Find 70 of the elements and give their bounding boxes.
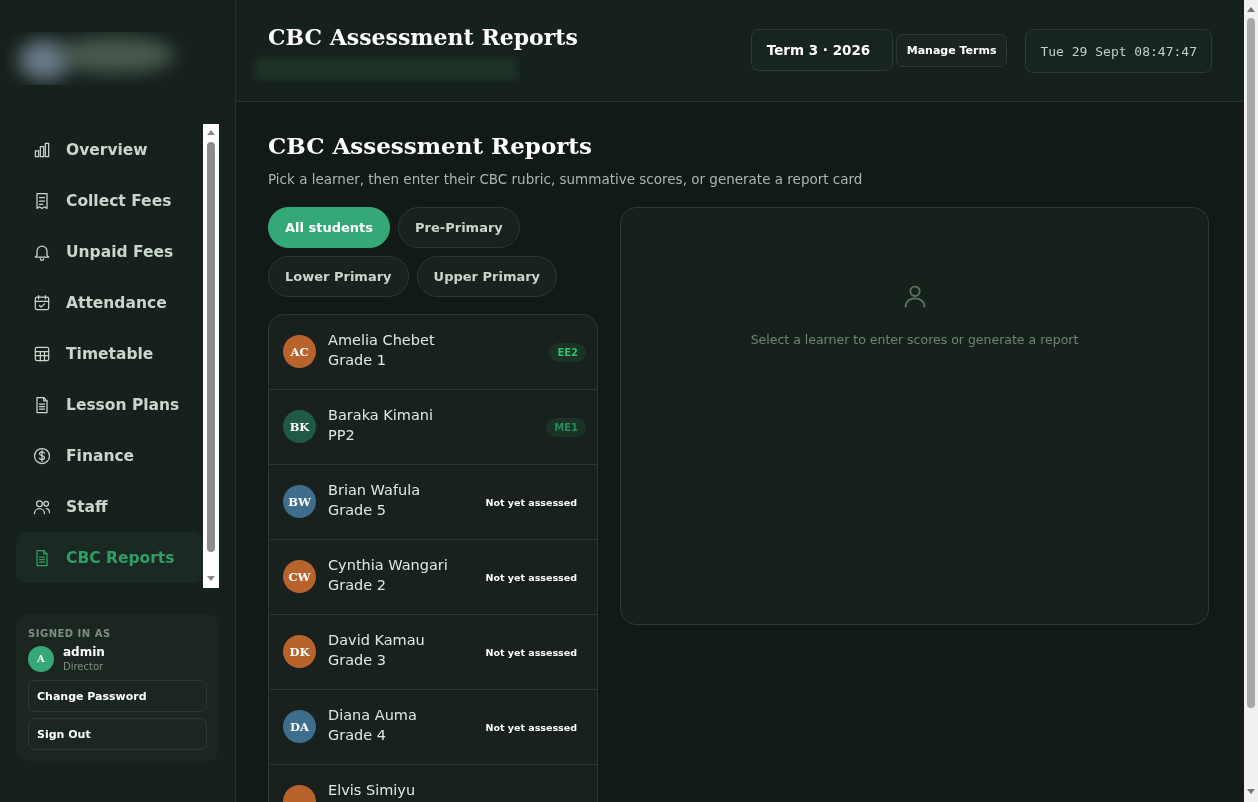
level-badge: ME1	[546, 417, 586, 437]
nav-item[interactable]: Lesson Plans	[16, 379, 203, 430]
learner-name: Elvis Simiyu	[328, 782, 417, 798]
avatar: CW	[283, 560, 316, 593]
nav-item[interactable]: Attendance	[16, 277, 203, 328]
avatar: A	[28, 645, 54, 672]
learner-grade: Grade 4	[328, 727, 388, 743]
user-role: Director	[63, 661, 105, 672]
learner-row[interactable]: DK David Kamau Grade 3 Not yet assessed	[269, 615, 597, 690]
nav-label: Overview	[66, 140, 148, 159]
dollar-icon	[32, 445, 52, 466]
learner-grade: Grade 5	[328, 502, 388, 518]
learner-row[interactable]: CW Cynthia Wangari Grade 2 Not yet assessed	[269, 540, 597, 615]
learner-row[interactable]: Elvis Simiyu	[269, 765, 597, 802]
status-text: Not yet assessed	[485, 646, 577, 658]
header-title: CBC Assessment Reports	[268, 24, 578, 50]
nav-label: Staff	[66, 497, 108, 516]
filter-chip[interactable]: Lower Primary	[268, 256, 409, 297]
manage-terms-button[interactable]: Manage Terms	[895, 34, 1008, 67]
page-subtitle: Pick a learner, then enter their CBC rubric, summative scores, or generate a report card	[268, 171, 864, 187]
nav-item[interactable]: Finance	[16, 430, 203, 481]
account-button[interactable]: Sign Out	[28, 718, 207, 750]
learner-row[interactable]: AC Amelia Chebet Grade 1 EE2	[269, 315, 597, 390]
nav-label: Attendance	[66, 293, 167, 312]
calendar-icon	[32, 292, 52, 313]
nav-label: Finance	[66, 446, 135, 465]
user-name: admin	[63, 645, 105, 659]
empty-message: Select a learner to enter scores or generate a report	[750, 332, 1079, 347]
learner-name: Baraka Kimani	[328, 407, 435, 423]
learner-name: Cynthia Wangari	[328, 557, 449, 573]
scrollbar[interactable]	[203, 124, 219, 588]
filter-chip[interactable]: Pre-Primary	[398, 207, 520, 248]
nav-label: CBC Reports	[66, 548, 175, 567]
status-text: Not yet assessed	[485, 496, 577, 508]
filter-chip[interactable]: Upper Primary	[416, 256, 558, 297]
avatar: BW	[283, 485, 316, 518]
account-button[interactable]: Change Password	[28, 680, 207, 712]
status-text: Not yet assessed	[485, 721, 577, 733]
status-text: Not yet assessed	[485, 571, 577, 583]
nav-label: Unpaid Fees	[66, 242, 174, 261]
avatar: DK	[283, 635, 316, 668]
nav-item[interactable]: Timetable	[16, 328, 203, 379]
learner-grade: Grade 1	[328, 352, 388, 368]
nav-label: Timetable	[66, 344, 154, 363]
nav-label: Lesson Plans	[66, 395, 180, 414]
scrollbar[interactable]	[1244, 0, 1258, 802]
nav-item[interactable]: Overview	[16, 124, 203, 175]
learner-name: David Kamau	[328, 632, 426, 648]
learner-name: Amelia Chebet	[328, 332, 436, 348]
clock: Tue 29 Sept 08:47:47	[1025, 29, 1212, 73]
learner-name: Diana Auma	[328, 707, 418, 723]
signed-in-label: SIGNED IN AS	[28, 628, 112, 639]
nav-item[interactable]: Collect Fees	[16, 175, 203, 226]
learner-row[interactable]: BW Brian Wafula Grade 5 Not yet assessed	[269, 465, 597, 540]
avatar: DA	[283, 710, 316, 743]
avatar: BK	[283, 410, 316, 443]
nav-item[interactable]: Staff	[16, 481, 203, 532]
level-badge: EE2	[549, 342, 586, 362]
nav-item[interactable]: CBC Reports	[16, 532, 203, 583]
learner-grade: PP2	[328, 427, 356, 443]
avatar: AC	[283, 335, 316, 368]
nav-item[interactable]: Unpaid Fees	[16, 226, 203, 277]
learner-grade: Grade 2	[328, 577, 388, 593]
learner-name: Brian Wafula	[328, 482, 422, 498]
nav-label: Collect Fees	[66, 191, 172, 210]
learner-row[interactable]: DA Diana Auma Grade 4 Not yet assessed	[269, 690, 597, 765]
page-title: CBC Assessment Reports	[268, 132, 593, 159]
term-selector[interactable]: Term 3 · 2026	[750, 29, 893, 71]
learner-row[interactable]: BK Baraka Kimani PP2 ME1	[269, 390, 597, 465]
learner-grade: Grade 3	[328, 652, 388, 668]
